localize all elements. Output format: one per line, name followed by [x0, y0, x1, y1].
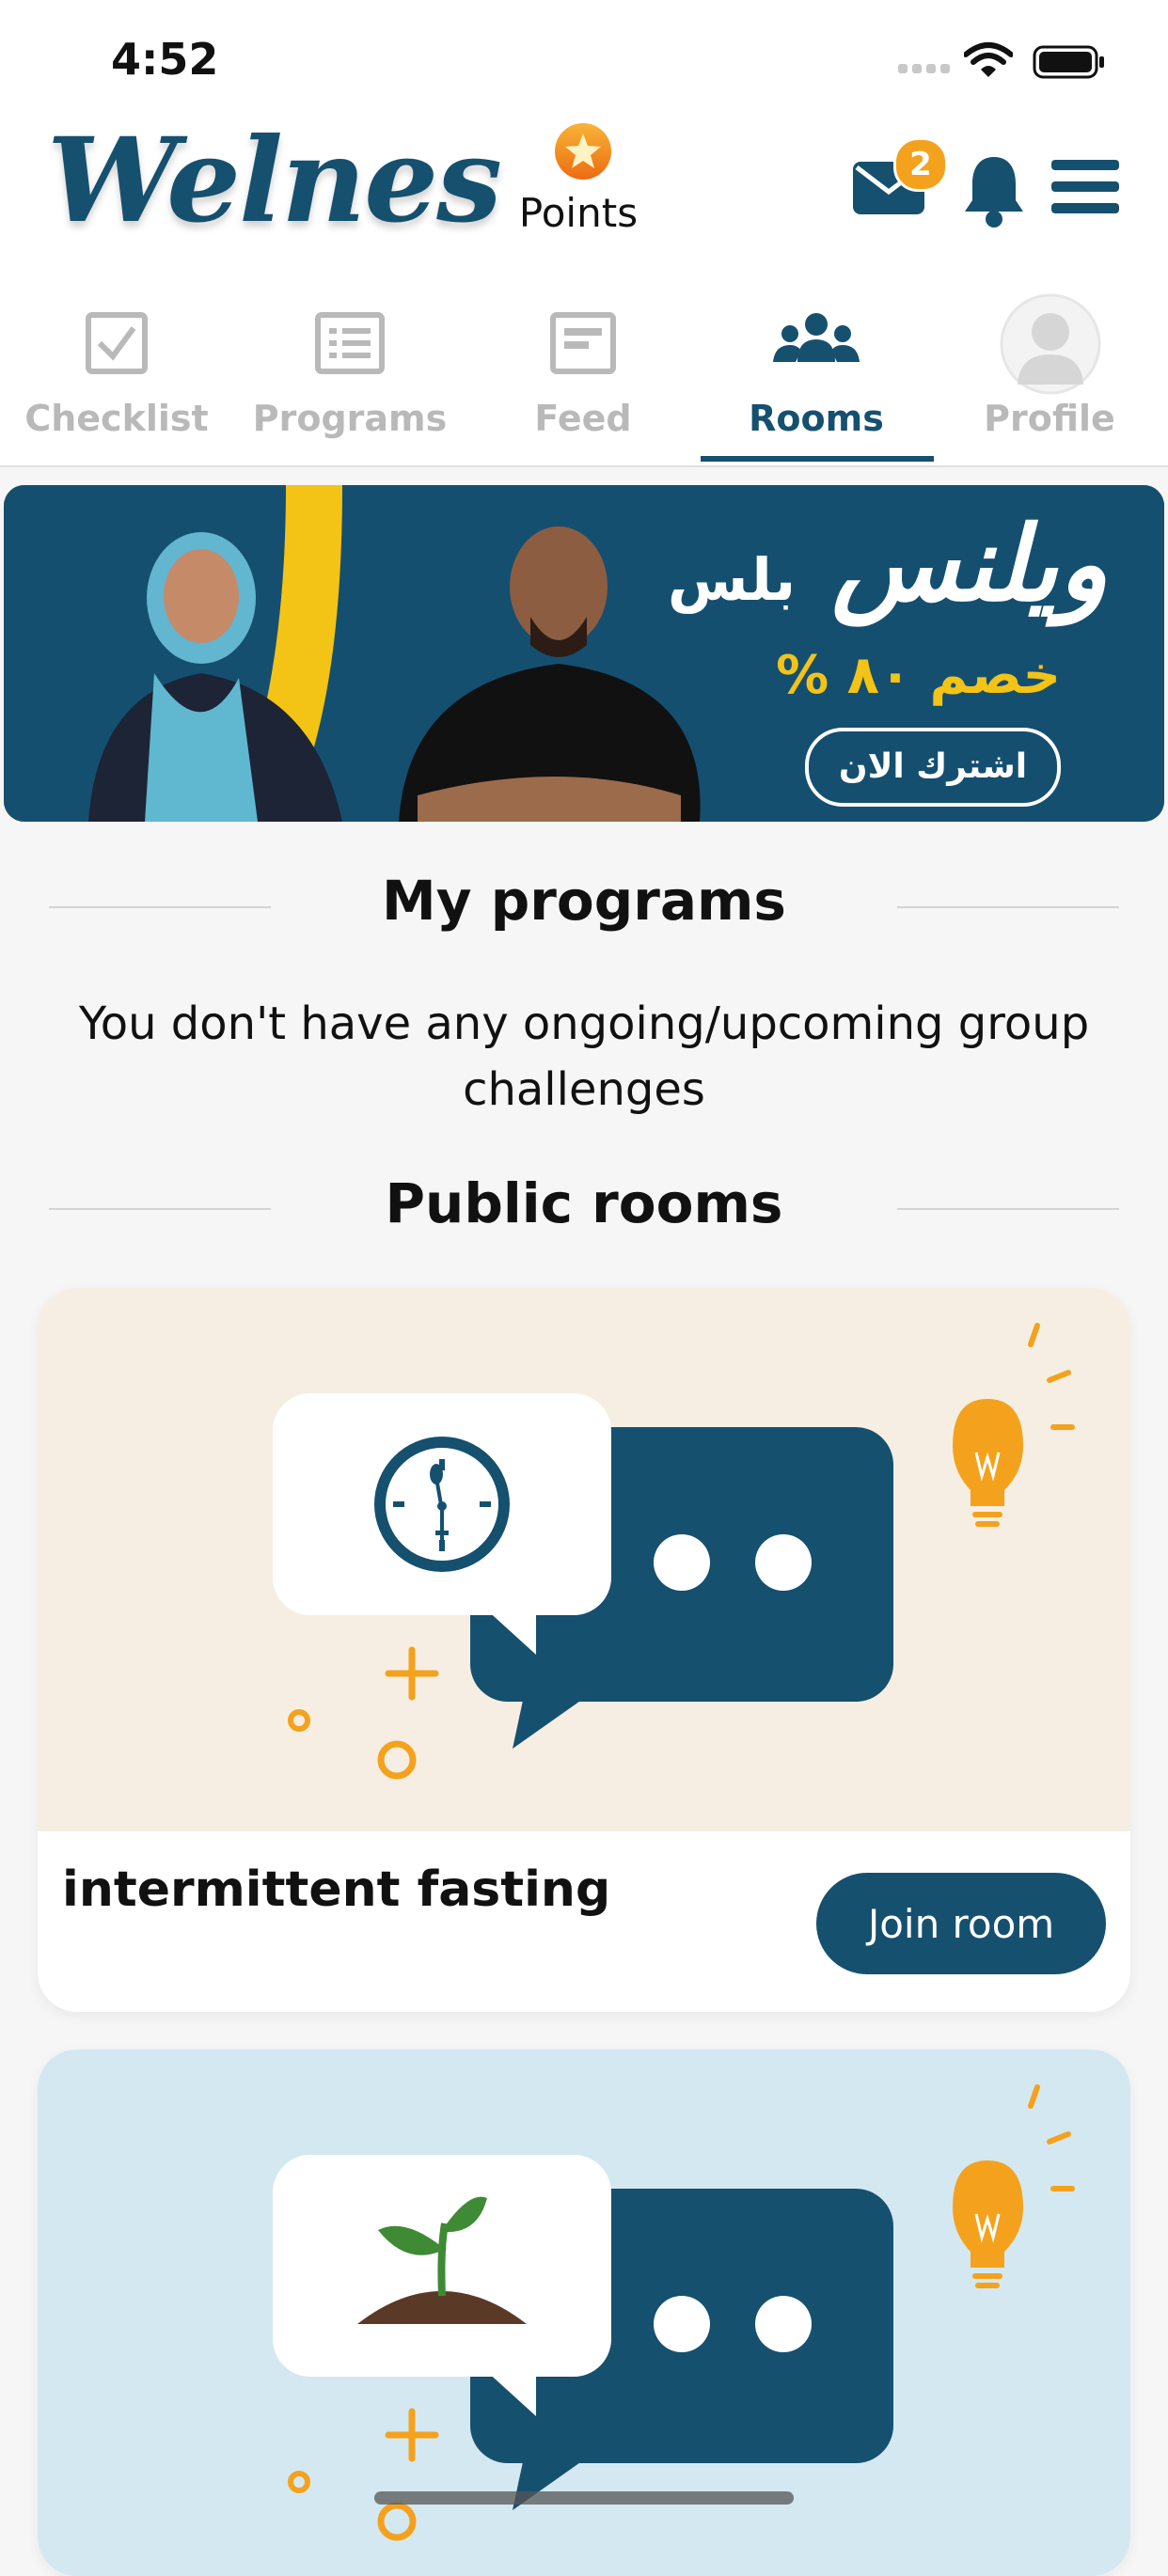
- points-label: Points: [518, 190, 639, 236]
- tab-label: Checklist: [24, 398, 209, 439]
- mail-badge: 2: [893, 137, 948, 192]
- tab-checklist[interactable]: Checklist: [0, 277, 233, 465]
- banner-cta-button[interactable]: اشترك الان: [805, 728, 1061, 807]
- room-illustration: [38, 1288, 1130, 1831]
- clock-icon: [374, 1437, 510, 1572]
- status-time: 4:52: [111, 34, 219, 85]
- banner-discount: خصم ٨٠ %: [776, 645, 1061, 706]
- tab-label: Profile: [984, 398, 1115, 439]
- join-room-button[interactable]: Join room: [816, 1873, 1106, 1974]
- my-programs-title: My programs: [382, 869, 786, 933]
- battery-icon: [1033, 45, 1104, 79]
- bell-icon[interactable]: [961, 153, 1027, 228]
- home-indicator: [374, 2491, 794, 2505]
- room-title: intermittent fasting: [62, 1861, 611, 1918]
- app-logo: Welnes: [47, 113, 502, 249]
- tab-label: Rooms: [749, 398, 884, 439]
- room-card[interactable]: intermittent fasting Join room: [38, 1288, 1130, 2012]
- tab-profile[interactable]: Profile: [933, 277, 1166, 465]
- wifi-icon: [964, 42, 1013, 77]
- feed-icon: [550, 312, 616, 374]
- status-bar: 4:52: [0, 0, 1168, 122]
- tab-label: Feed: [534, 398, 632, 439]
- points-button[interactable]: Points: [508, 122, 649, 244]
- banner-brand: ويلنس بلس: [667, 504, 1108, 624]
- tab-bar: Checklist Programs Feed Rooms Profile: [0, 277, 1168, 467]
- cellular-signal-icon: [898, 64, 950, 73]
- hamburger-menu-icon[interactable]: [1051, 158, 1119, 216]
- public-rooms-title: Public rooms: [385, 1171, 783, 1235]
- tab-programs[interactable]: Programs: [233, 277, 466, 465]
- checklist-icon: [86, 312, 148, 374]
- tab-feed[interactable]: Feed: [466, 277, 700, 465]
- active-tab-indicator: [701, 456, 934, 462]
- programs-icon: [315, 312, 385, 374]
- my-programs-empty-text: You don't have any ongoing/upcoming grou…: [78, 997, 1090, 1116]
- avatar-icon: [1000, 293, 1101, 395]
- tab-label: Programs: [252, 398, 448, 439]
- tab-rooms[interactable]: Rooms: [700, 277, 933, 465]
- promo-banner[interactable]: ويلنس بلس خصم ٨٠ % اشترك الان: [4, 485, 1164, 822]
- star-coin-icon: [555, 123, 611, 180]
- rooms-icon: [773, 313, 860, 362]
